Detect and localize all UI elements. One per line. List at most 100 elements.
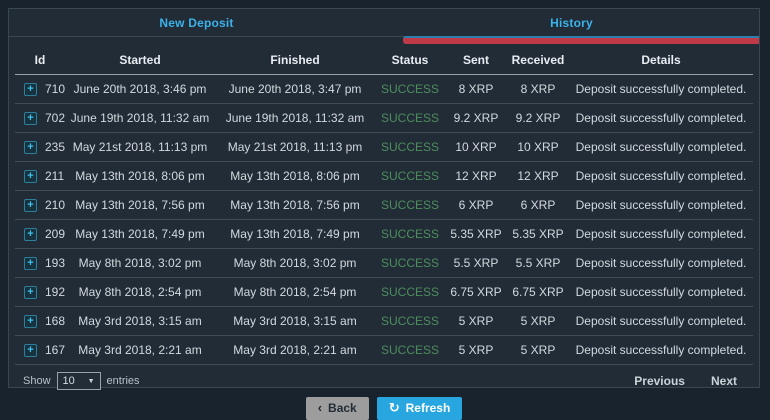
row-id: 210 [45, 198, 65, 212]
expand-row-icon[interactable]: + [24, 256, 37, 270]
row-status-badge: SUCCESS [375, 248, 445, 278]
chevron-down-icon: ▼ [87, 377, 95, 385]
row-started: May 8th 2018, 2:54 pm [65, 277, 215, 307]
row-sent: 5 XRP [445, 335, 507, 365]
deposit-panel: New Deposit History Id Started Finished … [8, 8, 760, 420]
expand-row-icon[interactable]: + [24, 198, 37, 212]
column-header-status[interactable]: Status [375, 48, 445, 75]
back-button[interactable]: ‹ Back [305, 397, 369, 420]
row-finished: May 13th 2018, 7:49 pm [215, 219, 375, 249]
row-status-badge: SUCCESS [375, 103, 445, 133]
row-finished: May 3rd 2018, 2:21 am [215, 335, 375, 365]
row-received: 5 XRP [507, 335, 569, 365]
row-finished: May 8th 2018, 2:54 pm [215, 277, 375, 307]
entries-select[interactable]: 10 ▼ [56, 372, 101, 390]
tab-new-deposit[interactable]: New Deposit [9, 9, 384, 36]
row-finished: May 3rd 2018, 3:15 am [215, 306, 375, 336]
table-row: + 235 May 21st 2018, 11:13 pm May 21st 2… [15, 132, 753, 162]
row-received: 5 XRP [507, 306, 569, 336]
column-header-received[interactable]: Received [507, 48, 569, 75]
row-status-badge: SUCCESS [375, 161, 445, 191]
table-footer: Show 10 ▼ entries Previous Next [9, 365, 759, 390]
row-finished: May 13th 2018, 8:06 pm [215, 161, 375, 191]
column-header-id[interactable]: Id [15, 48, 65, 75]
history-table-wrap: Id Started Finished Status Sent Received… [15, 48, 753, 365]
expand-row-icon[interactable]: + [24, 169, 37, 183]
row-details: Deposit successfully completed. [569, 103, 753, 133]
table-row: + 211 May 13th 2018, 8:06 pm May 13th 20… [15, 161, 753, 191]
row-details: Deposit successfully completed. [569, 306, 753, 336]
table-row: + 168 May 3rd 2018, 3:15 am May 3rd 2018… [15, 306, 753, 336]
row-started: May 13th 2018, 7:49 pm [65, 219, 215, 249]
row-status-badge: SUCCESS [375, 306, 445, 336]
row-status-badge: SUCCESS [375, 132, 445, 162]
row-details: Deposit successfully completed. [569, 161, 753, 191]
row-id: 167 [45, 343, 65, 357]
row-received: 5.35 XRP [507, 219, 569, 249]
expand-row-icon[interactable]: + [24, 343, 37, 357]
column-header-details[interactable]: Details [569, 48, 753, 75]
row-received: 5.5 XRP [507, 248, 569, 278]
table-row: + 710 June 20th 2018, 3:46 pm June 20th … [15, 74, 753, 104]
table-row: + 167 May 3rd 2018, 2:21 am May 3rd 2018… [15, 335, 753, 365]
row-id: 211 [45, 169, 65, 183]
expand-row-icon[interactable]: + [24, 111, 37, 125]
column-header-finished[interactable]: Finished [215, 48, 375, 75]
history-table: Id Started Finished Status Sent Received… [15, 48, 753, 365]
table-row: + 193 May 8th 2018, 3:02 pm May 8th 2018… [15, 248, 753, 278]
table-row: + 209 May 13th 2018, 7:49 pm May 13th 20… [15, 219, 753, 249]
row-details: Deposit successfully completed. [569, 132, 753, 162]
row-sent: 10 XRP [445, 132, 507, 162]
row-started: May 13th 2018, 8:06 pm [65, 161, 215, 191]
expand-row-icon[interactable]: + [24, 82, 37, 96]
expand-row-icon[interactable]: + [24, 227, 37, 241]
row-status-badge: SUCCESS [375, 219, 445, 249]
row-started: June 20th 2018, 3:46 pm [65, 74, 215, 104]
chevron-left-icon: ‹ [317, 400, 323, 415]
row-id: 209 [45, 227, 65, 241]
row-started: May 3rd 2018, 2:21 am [65, 335, 215, 365]
refresh-button[interactable]: ↻ Refresh [376, 397, 463, 420]
row-finished: June 19th 2018, 11:32 am [215, 103, 375, 133]
active-tab-underline [402, 36, 759, 44]
row-id: 710 [45, 82, 65, 96]
row-started: May 21st 2018, 11:13 pm [65, 132, 215, 162]
page-length-control: Show 10 ▼ entries [23, 372, 140, 390]
tab-bar: New Deposit History [9, 9, 759, 44]
expand-row-icon[interactable]: + [24, 285, 37, 299]
row-details: Deposit successfully completed. [569, 335, 753, 365]
row-finished: May 13th 2018, 7:56 pm [215, 190, 375, 220]
row-sent: 8 XRP [445, 74, 507, 104]
entries-select-value: 10 [62, 375, 75, 387]
row-received: 6.75 XRP [507, 277, 569, 307]
show-label: Show [23, 375, 51, 387]
expand-row-icon[interactable]: + [24, 314, 37, 328]
previous-page-button[interactable]: Previous [634, 374, 685, 388]
row-status-badge: SUCCESS [375, 335, 445, 365]
row-id: 168 [45, 314, 65, 328]
pagination: Previous Next [634, 374, 737, 388]
row-finished: May 8th 2018, 3:02 pm [215, 248, 375, 278]
row-received: 10 XRP [507, 132, 569, 162]
row-id: 235 [45, 140, 65, 154]
tab-history[interactable]: History [384, 9, 759, 36]
row-sent: 5 XRP [445, 306, 507, 336]
row-sent: 9.2 XRP [445, 103, 507, 133]
next-page-button[interactable]: Next [711, 374, 737, 388]
row-finished: May 21st 2018, 11:13 pm [215, 132, 375, 162]
table-header-row: Id Started Finished Status Sent Received… [15, 48, 753, 75]
back-button-label: Back [328, 401, 357, 415]
expand-row-icon[interactable]: + [24, 140, 37, 154]
row-started: May 3rd 2018, 3:15 am [65, 306, 215, 336]
refresh-button-label: Refresh [405, 401, 451, 415]
row-received: 9.2 XRP [507, 103, 569, 133]
refresh-icon: ↻ [388, 400, 400, 415]
table-body: + 710 June 20th 2018, 3:46 pm June 20th … [15, 74, 753, 365]
row-received: 12 XRP [507, 161, 569, 191]
column-header-started[interactable]: Started [65, 48, 215, 75]
entries-label: entries [106, 375, 140, 387]
column-header-sent[interactable]: Sent [445, 48, 507, 75]
row-details: Deposit successfully completed. [569, 190, 753, 220]
row-sent: 6.75 XRP [445, 277, 507, 307]
row-id: 192 [45, 285, 65, 299]
